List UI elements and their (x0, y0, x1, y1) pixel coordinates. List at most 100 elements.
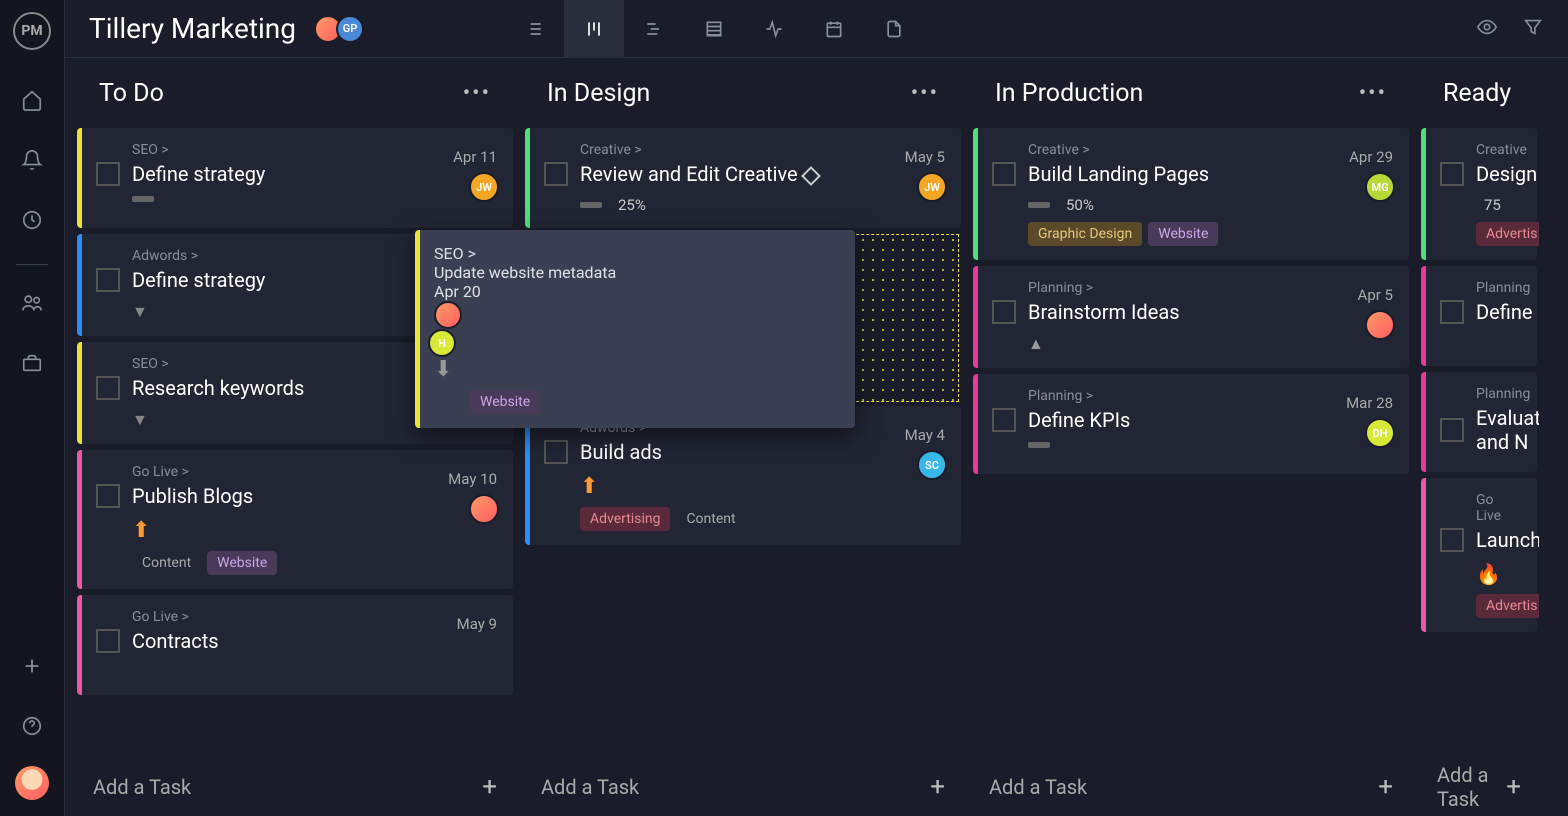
task-card[interactable]: Creative >Review and Edit CreativeMay 5J… (525, 128, 961, 228)
app-logo[interactable]: PM (13, 12, 51, 50)
tag[interactable]: Content (132, 551, 201, 575)
task-card[interactable]: Planning >Define KPIsMar 28DH (973, 374, 1409, 474)
briefcase-icon[interactable] (12, 343, 52, 383)
assignee-avatar[interactable]: MG (1365, 172, 1395, 202)
assignee-avatar[interactable] (1365, 310, 1395, 340)
card-breadcrumb[interactable]: Planning > (1028, 280, 1391, 296)
assignee-avatar[interactable]: JW (469, 172, 499, 202)
card-breadcrumb[interactable]: Creative > (580, 142, 943, 158)
column-menu-icon[interactable]: ••• (463, 81, 491, 106)
card-breadcrumb[interactable]: Go Live (1476, 492, 1519, 524)
filter-icon[interactable] (1522, 16, 1544, 42)
project-members[interactable]: GP (314, 15, 364, 43)
tag[interactable]: Advertis (1476, 222, 1539, 246)
recent-icon[interactable] (12, 200, 52, 240)
assignee-avatar[interactable]: DH (1365, 418, 1395, 448)
view-activity-icon[interactable] (744, 0, 804, 58)
card-meta: 75 (1476, 196, 1519, 214)
assignee-avatar[interactable]: JW (917, 172, 947, 202)
task-card[interactable]: Go LiveLaunch🔥Advertis (1421, 478, 1537, 632)
dragging-card[interactable]: SEO > Update website metadata Apr 20 H ⬇… (415, 230, 855, 428)
card-tags: Website (470, 390, 837, 414)
add-task-button[interactable]: Add a Task+ (75, 758, 515, 816)
column: ReadyCreativeDesign75AdvertisPlanningDef… (1419, 58, 1539, 816)
assignee-avatar[interactable]: SC (917, 450, 947, 480)
card-breadcrumb[interactable]: Planning (1476, 386, 1519, 402)
column: In Production•••Creative >Build Landing … (971, 58, 1411, 816)
task-checkbox[interactable] (1440, 528, 1464, 552)
card-breadcrumb[interactable]: Planning (1476, 280, 1519, 296)
card-breadcrumb[interactable]: SEO > (132, 142, 495, 158)
add-task-button[interactable]: Add a Task+ (971, 758, 1411, 816)
task-checkbox[interactable] (992, 408, 1016, 432)
view-files-icon[interactable] (864, 0, 924, 58)
expand-chevron-icon[interactable]: ▼ (132, 410, 148, 430)
notifications-icon[interactable] (12, 140, 52, 180)
view-calendar-icon[interactable] (804, 0, 864, 58)
card-breadcrumb[interactable]: Creative > (1028, 142, 1391, 158)
task-checkbox[interactable] (96, 162, 120, 186)
card-title: Update website metadata (434, 263, 837, 282)
column-menu-icon[interactable]: ••• (911, 81, 939, 106)
task-checkbox[interactable] (1440, 300, 1464, 324)
card-tags: Graphic DesignWebsite (1028, 222, 1391, 246)
visibility-icon[interactable] (1476, 16, 1498, 42)
card-assignees: H (434, 301, 837, 357)
progress-text: 50% (1066, 196, 1094, 214)
tag[interactable]: Website (1148, 222, 1218, 246)
task-checkbox[interactable] (544, 162, 568, 186)
tag[interactable]: Website (470, 390, 540, 414)
card-meta: ⬆ (132, 518, 495, 543)
task-checkbox[interactable] (1440, 418, 1464, 442)
task-checkbox[interactable] (992, 162, 1016, 186)
view-board-icon[interactable] (564, 0, 624, 58)
add-task-label: Add a Task (989, 775, 1087, 799)
help-icon[interactable] (12, 706, 52, 746)
people-icon[interactable] (12, 283, 52, 323)
view-sheet-icon[interactable] (684, 0, 744, 58)
card-title: Review and Edit Creative (580, 162, 943, 186)
card-breadcrumb[interactable]: Go Live > (132, 464, 495, 480)
tag[interactable]: Graphic Design (1028, 222, 1142, 246)
card-title: Define KPIs (1028, 408, 1391, 432)
home-icon[interactable] (12, 80, 52, 120)
task-card[interactable]: SEO >Define strategyApr 11JW (77, 128, 513, 228)
tag[interactable]: Advertis (1476, 594, 1539, 618)
task-card[interactable]: Planning >Brainstorm IdeasApr 5▲ (973, 266, 1409, 368)
add-task-button[interactable]: Add a Task+ (523, 758, 963, 816)
card-title: Define strategy (132, 162, 495, 186)
assignee-avatar[interactable] (434, 301, 462, 329)
user-avatar[interactable] (15, 766, 49, 800)
card-date: Apr 20 (434, 282, 837, 301)
task-checkbox[interactable] (1440, 162, 1464, 186)
add-task-button[interactable]: Add a Task+ (1419, 758, 1539, 816)
task-checkbox[interactable] (96, 484, 120, 508)
add-icon[interactable] (12, 646, 52, 686)
assignee-avatar[interactable]: H (428, 329, 456, 357)
card-breadcrumb[interactable]: Planning > (1028, 388, 1391, 404)
task-checkbox[interactable] (96, 376, 120, 400)
task-checkbox[interactable] (96, 268, 120, 292)
card-title: Publish Blogs (132, 484, 495, 508)
view-list-icon[interactable] (504, 0, 564, 58)
task-card[interactable]: PlanningDefine (1421, 266, 1537, 366)
tag[interactable]: Advertising (580, 507, 670, 531)
sidebar-rail: PM (0, 0, 65, 816)
tag[interactable]: Content (676, 507, 745, 531)
view-gantt-icon[interactable] (624, 0, 684, 58)
task-card[interactable]: Go Live >Publish BlogsMay 10⬆ContentWebs… (77, 450, 513, 589)
card-breadcrumb[interactable]: Go Live > (132, 609, 495, 625)
assignee-avatar[interactable] (469, 494, 499, 524)
expand-chevron-icon[interactable]: ▼ (132, 302, 148, 322)
task-checkbox[interactable] (96, 629, 120, 653)
member-avatar[interactable]: GP (336, 15, 364, 43)
task-checkbox[interactable] (544, 440, 568, 464)
task-card[interactable]: CreativeDesign75Advertis (1421, 128, 1537, 260)
task-card[interactable]: PlanningEvaluate and N (1421, 372, 1537, 472)
task-checkbox[interactable] (992, 300, 1016, 324)
card-breadcrumb[interactable]: Creative (1476, 142, 1519, 158)
column-menu-icon[interactable]: ••• (1359, 81, 1387, 106)
task-card[interactable]: Go Live >ContractsMay 9 (77, 595, 513, 695)
task-card[interactable]: Creative >Build Landing PagesApr 29MG50%… (973, 128, 1409, 260)
tag[interactable]: Website (207, 551, 277, 575)
